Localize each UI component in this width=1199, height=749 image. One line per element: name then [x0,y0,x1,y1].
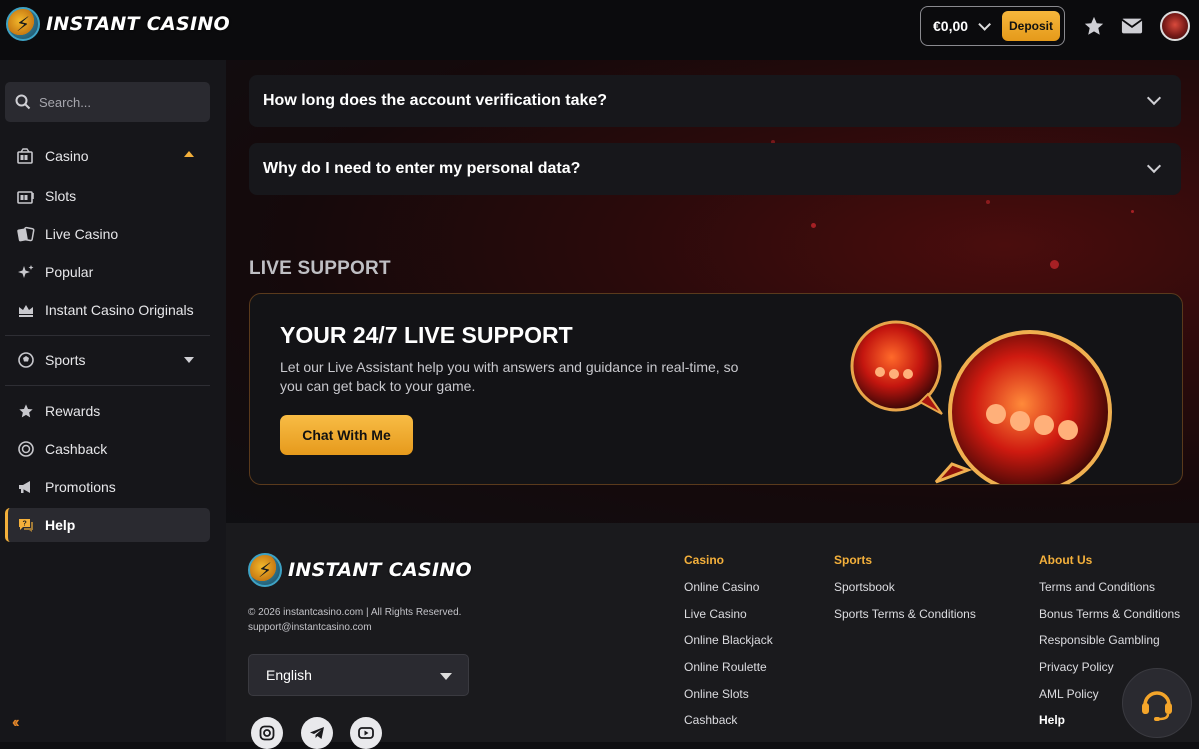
balance-value: €0,00 [933,18,969,34]
avatar[interactable] [1160,11,1190,41]
sidebar-item-help[interactable]: ? Help [5,508,210,542]
faq-question: How long does the account verification t… [263,92,608,109]
coin-icon [17,440,35,458]
search-box[interactable] [5,82,210,122]
sidebar-item-label: Popular [45,264,94,280]
sidebar-item-label: Cashback [45,441,108,457]
sidebar-item-cashback[interactable]: Cashback [5,432,210,466]
wallet-selector[interactable]: €0,00 Deposit [920,6,1065,46]
sidebar-item-label: Help [45,517,76,533]
slot-machine-icon [17,147,35,165]
caret-up-icon[interactable] [184,151,194,157]
language-select[interactable]: English [248,654,469,696]
footer-link[interactable]: Terms and Conditions [1039,580,1180,600]
sidebar-item-label: Live Casino [45,226,119,242]
support-email[interactable]: support@instantcasino.com [248,620,461,635]
language-value: English [266,667,312,683]
sidebar-item-label: Rewards [45,403,101,419]
youtube-icon[interactable] [350,717,382,749]
star-icon [17,402,35,420]
collapse-sidebar-icon[interactable]: ‹‹ [12,714,19,732]
sidebar-item-originals[interactable]: Instant Casino Originals [5,293,210,327]
sidebar-item-live-casino[interactable]: Live Casino [5,217,210,251]
live-support-card: YOUR 24/7 LIVE SUPPORT Let our Live Assi… [249,293,1183,485]
search-input[interactable] [39,94,199,110]
footer-link[interactable]: Sports Terms & Conditions [834,607,976,627]
sidebar-divider [5,335,210,336]
slot-machine-icon [17,187,35,205]
sidebar-item-rewards[interactable]: Rewards [5,394,210,428]
footer-link[interactable]: Sportsbook [834,580,976,600]
help-chat-icon: ? [17,516,35,534]
telegram-icon[interactable] [301,717,333,749]
footer-link[interactable]: Bonus Terms & Conditions [1039,607,1180,627]
sparkle-icon [17,263,35,281]
footer-column-heading: Casino [684,553,725,567]
footer-link[interactable]: Online Casino [684,580,773,600]
footer-link[interactable]: Online Slots [684,687,773,707]
caret-down-icon[interactable] [184,357,194,363]
footer-column-heading: Sports [834,553,873,567]
brand-name: INSTANT CASINO [46,13,230,35]
footer-link[interactable]: Online Roulette [684,660,773,680]
footer-column-heading: About Us [1039,553,1093,567]
sidebar-item-label: Promotions [45,479,116,495]
footer-link[interactable]: Online Blackjack [684,633,773,653]
decorative-particle [811,223,816,228]
section-title: LIVE SUPPORT [249,258,391,279]
sidebar-item-popular[interactable]: Popular [5,255,210,289]
footer-link[interactable]: Responsible Gambling [1039,633,1180,653]
footer: ⚡ INSTANT CASINO © 2026 instantcasino.co… [226,523,1199,749]
instagram-icon[interactable] [251,717,283,749]
sidebar-item-casino[interactable]: Casino [5,139,210,173]
decorative-particle [986,200,990,204]
sidebar-item-label: Sports [45,352,86,368]
chevron-down-icon [1146,90,1162,106]
sidebar-item-label: Casino [45,148,89,164]
deposit-button[interactable]: Deposit [1002,11,1060,41]
headset-icon [1142,691,1172,721]
sidebar: Casino Slots Live Casino Popular Instant… [0,60,226,742]
lightning-logo-icon: ⚡ [6,7,40,41]
lightning-logo-icon: ⚡ [248,553,282,587]
mail-icon[interactable] [1120,14,1144,38]
sidebar-divider [5,385,210,386]
star-icon[interactable] [1082,14,1106,38]
decorative-particle [1050,260,1059,269]
cards-icon [17,225,35,243]
faq-item[interactable]: How long does the account verification t… [249,75,1181,127]
chevron-down-icon [1146,158,1162,174]
footer-link[interactable]: Live Casino [684,607,773,627]
main-content: How long does the account verification t… [226,60,1199,523]
caret-down-icon [440,673,452,680]
support-title: YOUR 24/7 LIVE SUPPORT [280,322,573,348]
sidebar-item-label: Slots [45,188,77,204]
faq-item[interactable]: Why do I need to enter my personal data? [249,143,1181,195]
megaphone-icon [17,478,35,496]
sidebar-item-promotions[interactable]: Promotions [5,470,210,504]
top-header: ⚡ INSTANT CASINO €0,00 Deposit [0,0,1199,60]
footer-column-sports: Sports Sportsbook Sports Terms & Conditi… [834,553,976,626]
svg-text:?: ? [23,521,27,528]
chat-with-me-button[interactable]: Chat With Me [280,415,413,455]
footer-link[interactable]: Cashback [684,713,773,733]
support-description: Let our Live Assistant help you with ans… [280,359,739,394]
crown-icon [17,301,35,319]
footer-brand-name: INSTANT CASINO [288,559,472,581]
footer-column-casino: Casino Online Casino Live Casino Online … [684,553,773,733]
sidebar-item-slots[interactable]: Slots [5,179,210,213]
footer-copyright: © 2026 instantcasino.com | All Rights Re… [248,605,461,635]
ball-icon [17,351,35,369]
copyright-text: © 2026 instantcasino.com | All Rights Re… [248,607,462,618]
live-support-headset-button[interactable] [1122,668,1192,738]
footer-logo[interactable]: ⚡ INSTANT CASINO [248,553,472,587]
search-icon [15,94,31,110]
decorative-particle [1131,210,1134,213]
faq-question: Why do I need to enter my personal data? [263,160,581,177]
brand-logo[interactable]: ⚡ INSTANT CASINO [6,7,230,41]
sidebar-item-label: Instant Casino Originals [45,302,194,318]
chevron-down-icon [978,17,992,31]
sidebar-item-sports[interactable]: Sports [5,343,210,377]
